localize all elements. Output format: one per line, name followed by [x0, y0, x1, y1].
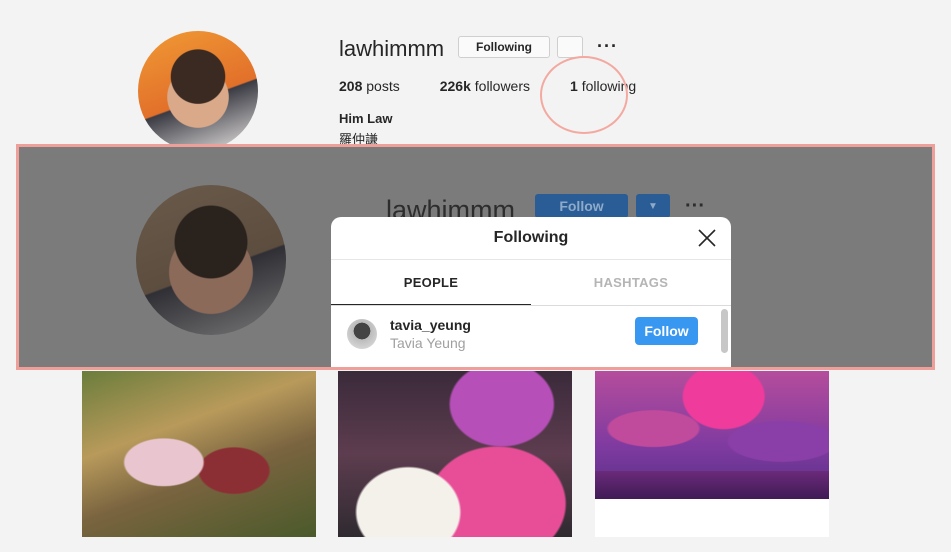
- overlay-follow-button[interactable]: Follow: [535, 194, 628, 218]
- overlay-more-options-icon[interactable]: ···: [685, 195, 705, 218]
- post-thumbnail[interactable]: [338, 371, 572, 537]
- follow-button[interactable]: Follow: [635, 317, 698, 345]
- tab-people[interactable]: PEOPLE: [331, 260, 531, 305]
- followers-label: followers: [470, 78, 531, 94]
- chevron-down-icon[interactable]: ▼: [636, 194, 670, 218]
- user-text: tavia_yeung Tavia Yeung: [390, 317, 471, 351]
- followers-count: 226k: [439, 78, 471, 94]
- following-modal: Following PEOPLE HASHTAGS tavia_yeung Ta…: [331, 217, 731, 367]
- modal-tabs: PEOPLE HASHTAGS: [331, 260, 731, 306]
- following-button[interactable]: Following: [458, 36, 550, 58]
- post-thumbnail[interactable]: [595, 371, 829, 537]
- post-image: [595, 371, 829, 499]
- highlight-circle-annotation: [540, 56, 628, 134]
- more-options-icon[interactable]: ···: [597, 36, 618, 57]
- zoomed-overlay-panel: lawhimmm Follow ▼ ··· Following PEOPLE H…: [16, 144, 935, 370]
- list-item[interactable]: tavia_yeung Tavia Yeung Follow: [331, 306, 731, 361]
- close-icon[interactable]: [697, 228, 717, 248]
- profile-avatar[interactable]: [138, 31, 258, 151]
- post-thumbnail[interactable]: [82, 371, 316, 537]
- posts-stat: 208 posts: [339, 78, 400, 94]
- user-handle[interactable]: tavia_yeung: [390, 317, 471, 333]
- avatar[interactable]: [347, 318, 377, 349]
- posts-count: 208: [339, 78, 363, 94]
- profile-username: lawhimmm: [339, 36, 445, 61]
- profile-full-name: Him Law: [339, 111, 393, 126]
- suggestions-dropdown-button[interactable]: [557, 36, 583, 58]
- scrollbar[interactable]: [721, 309, 728, 353]
- tab-hashtags[interactable]: HASHTAGS: [531, 260, 731, 305]
- modal-title: Following: [493, 229, 569, 246]
- user-full-name: Tavia Yeung: [390, 334, 466, 351]
- overlay-avatar: [136, 185, 286, 335]
- modal-header: Following: [331, 217, 731, 260]
- posts-label: posts: [362, 78, 400, 94]
- followers-stat[interactable]: 226k followers: [440, 78, 530, 94]
